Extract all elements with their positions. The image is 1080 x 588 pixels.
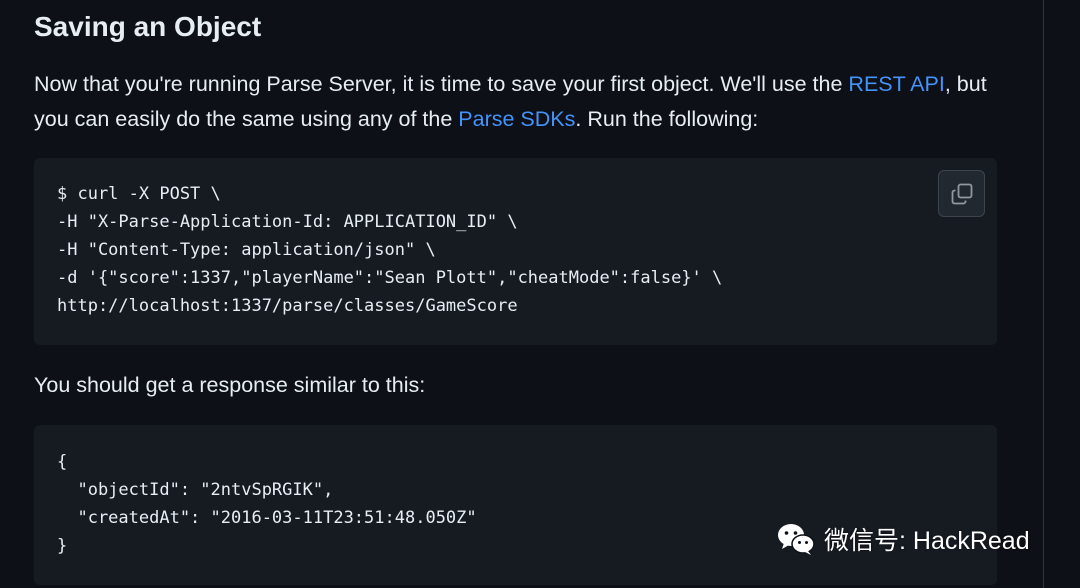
section-heading: Saving an Object xyxy=(34,11,262,42)
watermark-text: 微信号: HackRead xyxy=(824,527,1030,555)
content-border xyxy=(1043,0,1044,588)
response-code-block: { "objectId": "2ntvSpRGIK", "createdAt":… xyxy=(34,425,997,585)
command-code[interactable]: $ curl -X POST \ -H "X-Parse-Application… xyxy=(57,180,722,320)
rest-api-link[interactable]: REST API xyxy=(848,72,944,96)
copy-button[interactable] xyxy=(938,170,985,217)
response-intro: You should get a response similar to thi… xyxy=(34,373,426,397)
response-code[interactable]: { "objectId": "2ntvSpRGIK", "createdAt":… xyxy=(57,448,477,560)
watermark: 微信号: HackRead xyxy=(776,521,1030,557)
copy-icon xyxy=(951,183,972,204)
wechat-icon xyxy=(778,524,815,555)
intro-text-1: Now that you're running Parse Server, it… xyxy=(34,72,849,96)
command-code-block: $ curl -X POST \ -H "X-Parse-Application… xyxy=(34,158,997,345)
intro-paragraph: Now that you're running Parse Server, it… xyxy=(34,67,1009,137)
parse-sdks-link[interactable]: Parse SDKs xyxy=(458,107,575,131)
page: Saving an Object Now that you're running… xyxy=(0,0,1080,588)
intro-text-3: . Run the following: xyxy=(575,107,759,131)
